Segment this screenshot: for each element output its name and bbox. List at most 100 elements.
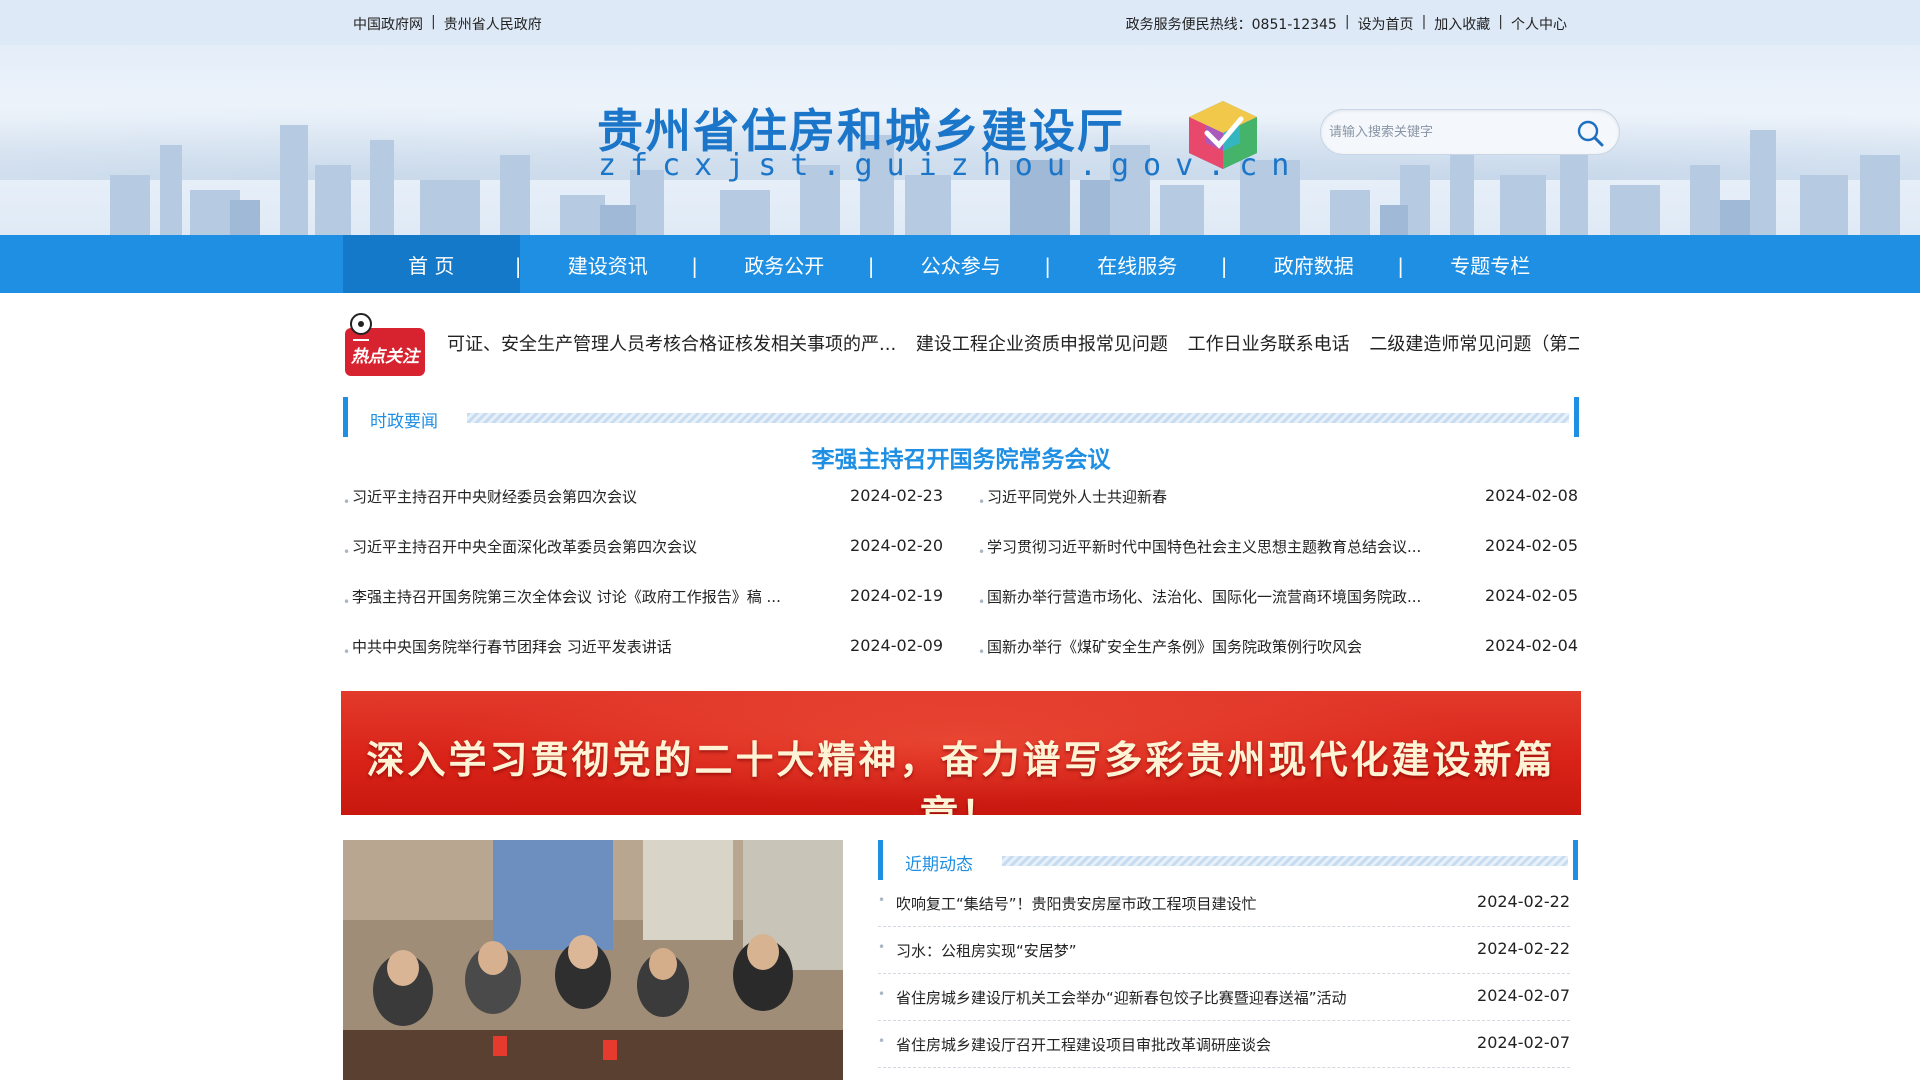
nav-label: 首 页 xyxy=(408,253,455,278)
top-utility-bar: 中国政府网 | 贵州省人民政府 政务服务便民热线：0851-12345 | 设为… xyxy=(0,0,1920,45)
add-favorite-link[interactable]: 加入收藏 xyxy=(1434,14,1490,34)
news-title[interactable]: 习近平主持召开中央财经委员会第四次会议 xyxy=(352,486,822,507)
recent-section-title[interactable]: 近期动态 xyxy=(905,850,973,875)
nav-label: 建设资讯 xyxy=(567,253,648,278)
news-title[interactable]: 中共中央国务院举行春节团拜会 习近平发表讲话 xyxy=(352,636,822,657)
news-date: 2024-02-22 xyxy=(1477,939,1570,958)
nav-label: 在线服务 xyxy=(1097,253,1178,278)
nav-label: 专题专栏 xyxy=(1450,253,1531,278)
nav-item-construction-news[interactable]: 建设资讯 | xyxy=(520,235,698,293)
bullet: • xyxy=(878,940,886,954)
news-title[interactable]: 吹响复工“集结号”！贵阳贵安房屋市政工程项目建设忙 xyxy=(896,893,1257,914)
section-bar xyxy=(343,397,348,437)
list-item[interactable]: • 国新办举行营造市场化、法治化、国际化一流营商环境国务院政... 2024-02-… xyxy=(978,586,1578,636)
news-date: 2024-02-19 xyxy=(850,586,943,605)
bullet: • xyxy=(878,1034,886,1048)
list-item[interactable]: • 省住房城乡建设厅机关工会举办“迎新春包饺子比赛暨迎春送福”活动 2024-02-… xyxy=(878,974,1570,1021)
nav-item-public-participation[interactable]: 公众参与 | xyxy=(873,235,1051,293)
list-item[interactable]: • 省住房城乡建设厅召开工程建设项目审批改革调研座谈会 2024-02-07 xyxy=(878,1021,1570,1068)
news-title[interactable]: 李强主持召开国务院第三次全体会议 讨论《政府工作报告》稿 ... xyxy=(352,586,822,607)
slogan-banner[interactable]: 深入学习贯彻党的二十大精神，奋力谱写多彩贵州现代化建设新篇章！ xyxy=(341,691,1581,815)
section-stripe xyxy=(467,413,1569,423)
bullet: • xyxy=(878,987,886,1001)
nav-item-home[interactable]: 首 页 | xyxy=(343,235,522,293)
hot-item[interactable]: 二级建造师常见问题（第二版 xyxy=(1369,334,1579,355)
news-date: 2024-02-05 xyxy=(1485,586,1578,605)
hotline-text: 政务服务便民热线：0851-12345 xyxy=(1125,17,1337,33)
list-item[interactable]: • 习近平主持召开中央财经委员会第四次会议 2024-02-23 xyxy=(343,486,943,536)
separator: | xyxy=(1344,14,1350,30)
personal-center-link[interactable]: 个人中心 xyxy=(1511,14,1567,34)
news-date: 2024-02-09 xyxy=(850,636,943,655)
news-date: 2024-02-07 xyxy=(1477,1033,1570,1052)
section-bar xyxy=(1573,840,1578,880)
nav-label: 政府数据 xyxy=(1273,253,1354,278)
news-date: 2024-02-23 xyxy=(850,486,943,505)
news-title[interactable]: 习近平同党外人士共迎新春 xyxy=(987,486,1457,507)
nav-item-government-data[interactable]: 政府数据 | xyxy=(1226,235,1404,293)
news-title[interactable]: 学习贯彻习近平新时代中国特色社会主义思想主题教育总结会议... xyxy=(987,536,1457,557)
separator: | xyxy=(431,14,436,30)
recent-news-list: • 吹响复工“集结号”！贵阳贵安房屋市政工程项目建设忙 2024-02-22 • 习水… xyxy=(878,880,1570,1068)
link-guizhou-gov[interactable]: 贵州省人民政府 xyxy=(444,14,542,34)
meeting-photo-illustration xyxy=(343,840,843,1080)
bullet: • xyxy=(978,545,986,559)
section-stripe xyxy=(1002,856,1568,866)
bullet: • xyxy=(978,495,986,509)
hot-item[interactable]: 工作日业务联系电话 xyxy=(1188,334,1350,355)
politics-headline[interactable]: 李强主持召开国务院常务会议 xyxy=(343,440,1579,474)
hot-item[interactable]: 可证、安全生产管理人员考核合格证核发相关事项的严... xyxy=(447,334,896,355)
site-header: 贵州省住房和城乡建设厅 zfcxjst.guizhou.gov.cn xyxy=(0,45,1920,235)
list-item[interactable]: • 吹响复工“集结号”！贵阳贵安房屋市政工程项目建设忙 2024-02-22 xyxy=(878,880,1570,927)
nav-label: 政务公开 xyxy=(744,253,825,278)
top-left-links: 中国政府网 | 贵州省人民政府 xyxy=(353,14,542,34)
section-bar xyxy=(1574,397,1579,437)
news-photo[interactable] xyxy=(343,840,843,1080)
banner-slogan: 深入学习贯彻党的二十大精神，奋力谱写多彩贵州现代化建设新篇章！ xyxy=(366,737,1556,815)
hot-topics-marquee: 可证、安全生产管理人员考核合格证核发相关事项的严... 建设工程企业资质申报常见… xyxy=(447,330,1579,356)
list-item[interactable]: • 李强主持召开国务院第三次全体会议 讨论《政府工作报告》稿 ... 2024-02… xyxy=(343,586,943,636)
list-item[interactable]: • 中共中央国务院举行春节团拜会 习近平发表讲话 2024-02-09 xyxy=(343,636,943,686)
set-homepage-link[interactable]: 设为首页 xyxy=(1358,14,1414,34)
news-date: 2024-02-04 xyxy=(1485,636,1578,655)
section-bar xyxy=(878,840,883,880)
nav-item-special-topics[interactable]: 专题专栏 xyxy=(1402,235,1579,293)
politics-list-left: • 习近平主持召开中央财经委员会第四次会议 2024-02-23 • 习近平主持召开中… xyxy=(343,486,943,686)
politics-section-title[interactable]: 时政要闻 xyxy=(370,407,438,432)
news-title[interactable]: 省住房城乡建设厅召开工程建设项目审批改革调研座谈会 xyxy=(896,1034,1271,1055)
link-gov-cn[interactable]: 中国政府网 xyxy=(353,14,423,34)
news-date: 2024-02-20 xyxy=(850,536,943,555)
search-icon[interactable] xyxy=(1575,118,1605,148)
hot-badge-label: 热点关注 xyxy=(350,347,422,367)
news-title[interactable]: 习近平主持召开中央全面深化改革委员会第四次会议 xyxy=(352,536,822,557)
bullet: • xyxy=(343,595,351,609)
search-box xyxy=(1320,109,1620,155)
nav-item-government-affairs[interactable]: 政务公开 | xyxy=(696,235,874,293)
nav-item-online-service[interactable]: 在线服务 | xyxy=(1049,235,1227,293)
hot-topics-badge-icon: 热点关注 xyxy=(345,313,425,376)
news-date: 2024-02-05 xyxy=(1485,536,1578,555)
hot-item[interactable]: 建设工程企业资质申报常见问题 xyxy=(916,334,1168,355)
search-input[interactable] xyxy=(1329,110,1569,154)
news-title[interactable]: 国新办举行《煤矿安全生产条例》国务院政策例行吹风会 xyxy=(987,636,1457,657)
news-title[interactable]: 国新办举行营造市场化、法治化、国际化一流营商环境国务院政... xyxy=(987,586,1457,607)
bullet: • xyxy=(343,495,351,509)
list-item[interactable]: • 习近平同党外人士共迎新春 2024-02-08 xyxy=(978,486,1578,536)
list-item[interactable]: • 学习贯彻习近平新时代中国特色社会主义思想主题教育总结会议... 2024-02-… xyxy=(978,536,1578,586)
news-title[interactable]: 省住房城乡建设厅机关工会举办“迎新春包饺子比赛暨迎春送福”活动 xyxy=(896,987,1347,1008)
list-item[interactable]: • 国新办举行《煤矿安全生产条例》国务院政策例行吹风会 2024-02-04 xyxy=(978,636,1578,686)
recent-section-header: 近期动态 xyxy=(878,840,1578,880)
top-right-links: 政务服务便民热线：0851-12345 | 设为首页 | 加入收藏 | 个人中心 xyxy=(1126,14,1567,34)
bullet: • xyxy=(343,645,351,659)
list-item[interactable]: • 习水：公租房实现“安居梦” 2024-02-22 xyxy=(878,927,1570,974)
main-nav: 首 页 | 建设资讯 | 政务公开 | 公众参与 | 在线服务 | 政府数据 | 专题专栏 xyxy=(0,235,1920,293)
news-date: 2024-02-22 xyxy=(1477,892,1570,911)
news-date: 2024-02-07 xyxy=(1477,986,1570,1005)
bullet: • xyxy=(343,545,351,559)
colorful-cube-logo-icon xyxy=(1189,101,1257,169)
nav-label: 公众参与 xyxy=(920,253,1001,278)
bullet: • xyxy=(978,595,986,609)
news-title[interactable]: 习水：公租房实现“安居梦” xyxy=(896,940,1077,961)
bullet: • xyxy=(878,893,886,907)
list-item[interactable]: • 习近平主持召开中央全面深化改革委员会第四次会议 2024-02-20 xyxy=(343,536,943,586)
